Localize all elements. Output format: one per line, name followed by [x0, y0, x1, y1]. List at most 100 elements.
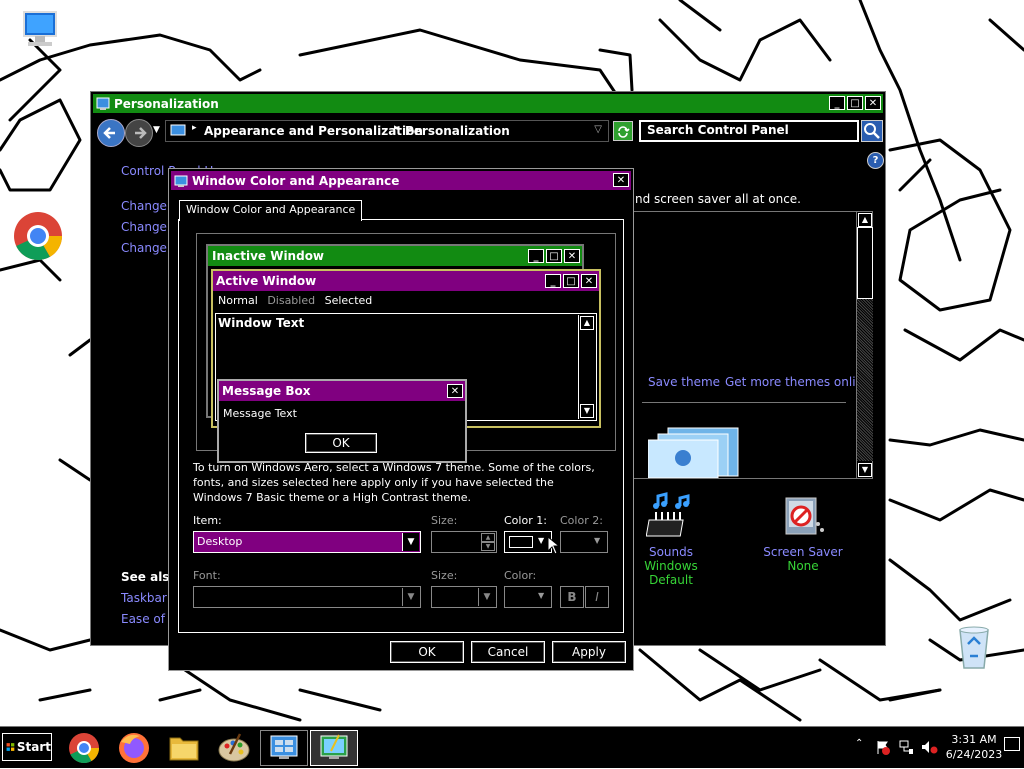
theme-thumbnail[interactable] [648, 426, 740, 478]
ok-button[interactable]: OK [389, 640, 465, 664]
apply-button[interactable]: Apply [551, 640, 627, 664]
breadcrumb-personalization[interactable]: Personalization [405, 124, 510, 138]
sounds-icon [645, 492, 690, 537]
close-button[interactable]: ✕ [865, 96, 881, 110]
breadcrumb-appearance[interactable]: Appearance and Personalization [204, 124, 423, 138]
inactive-titlebar: Inactive Window _ □ ✕ [208, 246, 582, 266]
control-panel-icon [170, 124, 186, 136]
action-center-flag-icon[interactable] [875, 739, 891, 755]
preview-area: Inactive Window _ □ ✕ Active Window _ □ … [196, 233, 616, 463]
chevron-down-icon: ▼ [402, 588, 419, 606]
chrome-desktop-icon[interactable] [10, 210, 66, 265]
italic-button[interactable]: I [585, 586, 609, 608]
taskbar-personalization[interactable] [310, 730, 358, 766]
search-input[interactable]: Search Control Panel [647, 123, 789, 137]
item-size-label: Size: [431, 514, 458, 527]
search-button[interactable] [861, 120, 883, 142]
tab-window-color[interactable]: Window Color and Appearance [179, 200, 363, 221]
navigation-bar: ▼ ▸ Appearance and Personalization ▸ Per… [93, 117, 883, 147]
personalization-titlebar[interactable]: Personalization _ □ ✕ [93, 94, 883, 113]
forward-button[interactable] [125, 119, 153, 147]
scroll-down-icon[interactable]: ▼ [858, 463, 872, 477]
menu-normal: Normal [218, 294, 258, 307]
close-icon: ✕ [564, 249, 580, 263]
chrome-icon [14, 212, 63, 261]
clock-time: 3:31 AM [951, 733, 997, 746]
recycle-bin-icon [959, 626, 989, 669]
screen-saver-label: Screen Saver [763, 545, 843, 559]
preview-menu: Normal Disabled Selected [218, 294, 372, 307]
volume-muted-icon[interactable] [920, 739, 938, 755]
dialog-close-button[interactable]: ✕ [613, 173, 629, 187]
network-icon[interactable] [898, 739, 914, 755]
search-icon [864, 123, 880, 139]
window-text: Window Text [218, 316, 305, 330]
themes-scrollbar[interactable]: ▲ ▼ [856, 212, 873, 478]
taskbar: Start ⌃ 3:31 AM 6/24/2023 [0, 726, 1024, 768]
scroll-thumb[interactable] [857, 227, 873, 299]
minimize-button[interactable]: _ [829, 96, 845, 110]
sounds-label: Sounds [648, 545, 694, 559]
show-hidden-icons-button[interactable]: ⌃ [855, 738, 863, 749]
aero-info-text: To turn on Windows Aero, select a Window… [193, 461, 595, 504]
preview-scrollbar: ▲ ▼ [578, 315, 595, 419]
computer-desktop-icon[interactable] [12, 8, 68, 55]
item-value: Desktop [197, 535, 243, 548]
font-label: Font: [193, 569, 221, 582]
divider [642, 402, 846, 403]
address-box[interactable]: ▸ Appearance and Personalization ▸ Perso… [165, 120, 609, 142]
help-icon[interactable]: ? [867, 152, 884, 169]
scroll-down-icon: ▼ [580, 404, 594, 418]
recycle-bin-desktop-icon[interactable] [946, 622, 1002, 675]
taskbar-control-panel[interactable] [260, 730, 308, 766]
screen-saver-icon [785, 497, 824, 535]
chevron-down-icon: ▼ [478, 588, 495, 606]
show-desktop-button[interactable] [1004, 737, 1020, 751]
search-box[interactable]: Search Control Panel [639, 120, 859, 142]
color1-picker[interactable]: ▼ [504, 531, 552, 553]
start-button[interactable]: Start [2, 733, 52, 761]
font-size-label: Size: [431, 569, 458, 582]
mouse-cursor-icon [547, 536, 561, 555]
get-more-themes-link[interactable]: Get more themes online [725, 375, 871, 389]
font-dropdown[interactable]: ▼ [193, 586, 421, 608]
spin-down-icon[interactable]: ▼ [481, 542, 495, 551]
screen-saver-value: None [787, 559, 819, 573]
sounds-item[interactable]: Sounds Windows Default [621, 492, 721, 587]
item-size-spinner[interactable]: ▲ ▼ [431, 531, 497, 553]
taskbar-firefox[interactable] [110, 730, 158, 766]
minimize-icon: _ [545, 274, 561, 288]
cancel-button[interactable]: Cancel [470, 640, 546, 664]
clock[interactable]: 3:31 AM 6/24/2023 [945, 732, 1003, 762]
address-dropdown-icon[interactable]: ▽ [594, 124, 602, 135]
color2-label: Color 2: [560, 514, 603, 527]
item-dropdown[interactable]: Desktop ▼ [193, 531, 421, 553]
minimize-icon: _ [528, 249, 544, 263]
spin-up-icon[interactable]: ▲ [481, 533, 495, 542]
recent-pages-dropdown[interactable]: ▼ [153, 125, 160, 135]
font-size-dropdown[interactable]: ▼ [431, 586, 497, 608]
screen-saver-item[interactable]: Screen Saver None [753, 492, 853, 573]
themes-list: Save theme Get more themes online ▲ ▼ [631, 211, 873, 479]
maximize-button[interactable]: □ [847, 96, 863, 110]
chevron-down-icon: ▼ [402, 533, 419, 551]
paint-palette-icon [218, 733, 250, 762]
back-button[interactable] [97, 119, 125, 147]
color1-label: Color 1: [504, 514, 547, 527]
refresh-button[interactable] [613, 121, 633, 141]
font-color-picker[interactable]: ▼ [504, 586, 552, 608]
scroll-up-icon[interactable]: ▲ [858, 213, 872, 227]
active-titlebar: Active Window _ □ ✕ [213, 271, 599, 291]
sounds-value: Windows Default [644, 559, 698, 587]
save-theme-link[interactable]: Save theme [648, 375, 720, 389]
folder-icon [169, 737, 199, 761]
close-icon: ✕ [581, 274, 597, 288]
dialog-icon [174, 175, 188, 187]
taskbar-paint[interactable] [210, 730, 258, 766]
dialog-titlebar[interactable]: Window Color and Appearance ✕ [171, 171, 631, 190]
taskbar-chrome[interactable] [60, 730, 108, 766]
scroll-track[interactable] [857, 299, 873, 461]
taskbar-file-explorer[interactable] [160, 730, 208, 766]
bold-button[interactable]: B [560, 586, 584, 608]
color2-picker[interactable]: ▼ [560, 531, 608, 553]
